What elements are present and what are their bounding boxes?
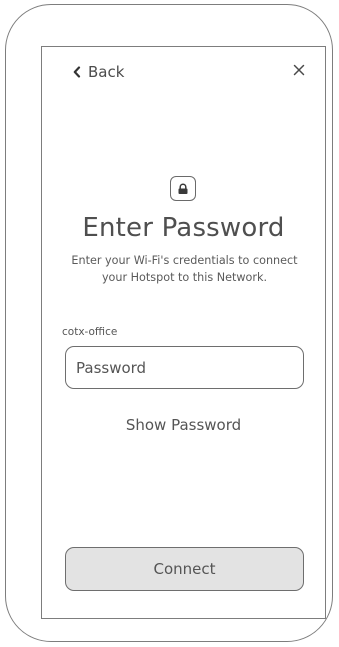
back-label: Back <box>88 63 125 81</box>
phone-frame: Back Enter Password Enter your Wi-Fi's c… <box>5 4 333 642</box>
close-button[interactable] <box>291 62 307 78</box>
page-subtitle: Enter your Wi-Fi's credentials to connec… <box>71 254 298 284</box>
network-name-label: cotx-office <box>62 326 118 338</box>
back-button[interactable]: Back <box>73 63 124 81</box>
lock-icon <box>170 176 196 201</box>
password-input[interactable] <box>65 346 304 389</box>
connect-button[interactable]: Connect <box>65 547 304 591</box>
show-password-button[interactable]: Show Password <box>42 416 325 434</box>
page-title: Enter Password <box>82 213 285 243</box>
close-icon <box>291 62 307 78</box>
screen: Back Enter Password Enter your Wi-Fi's c… <box>41 46 326 619</box>
chevron-left-icon <box>73 66 81 78</box>
